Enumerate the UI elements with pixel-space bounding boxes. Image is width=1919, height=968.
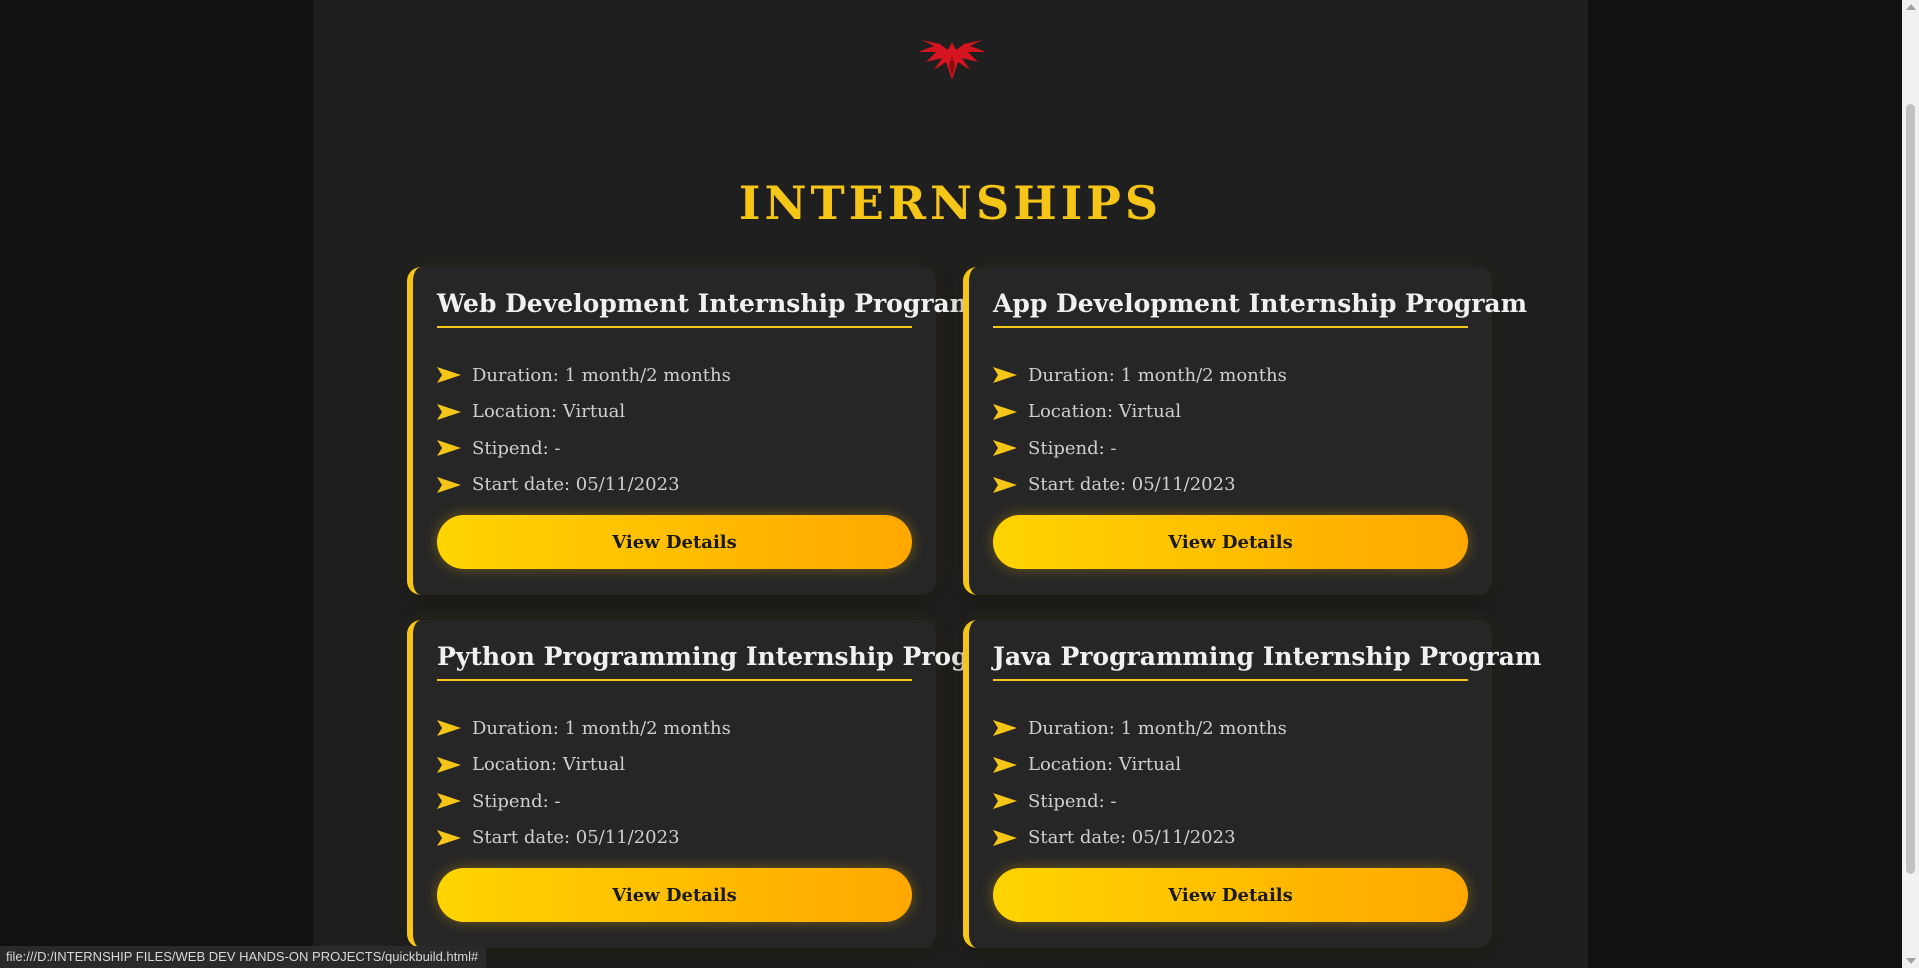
arrow-bullet-icon (993, 403, 1017, 420)
card-details-list: Duration: 1 month/2 months Location: Vir… (993, 710, 1287, 856)
detail-text: Location: Virtual (1028, 401, 1182, 423)
detail-text: Start date: 05/11/2023 (1028, 827, 1236, 849)
detail-text: Stipend: - (1028, 437, 1117, 459)
card-details-list: Duration: 1 month/2 months Location: Vir… (993, 357, 1287, 503)
status-bar-url: file:///D:/INTERNSHIP FILES/WEB DEV HAND… (0, 946, 487, 968)
arrow-bullet-icon (993, 440, 1017, 457)
internship-card-java-programming: Java Programming Internship Program Dura… (963, 620, 1541, 948)
detail-start-date: Start date: 05/11/2023 (437, 820, 731, 857)
detail-stipend: Stipend: - (993, 430, 1287, 467)
arrow-bullet-icon (993, 720, 1017, 737)
detail-text: Stipend: - (472, 437, 561, 459)
view-details-button[interactable]: View Details (437, 868, 912, 922)
detail-text: Start date: 05/11/2023 (1028, 474, 1236, 496)
scrollbar-thumb[interactable] (1906, 104, 1915, 874)
detail-text: Duration: 1 month/2 months (472, 717, 731, 739)
phoenix-logo-icon[interactable] (912, 36, 992, 84)
detail-start-date: Start date: 05/11/2023 (993, 820, 1287, 857)
detail-location: Location: Virtual (993, 394, 1287, 431)
card-title: Python Programming Internship Program (437, 642, 1024, 681)
card-title: Web Development Internship Program (437, 289, 976, 328)
detail-stipend: Stipend: - (993, 783, 1287, 820)
arrow-bullet-icon (437, 403, 461, 420)
internship-card-web-development: Web Development Internship Program Durat… (407, 267, 976, 595)
detail-text: Start date: 05/11/2023 (472, 474, 680, 496)
detail-text: Location: Virtual (472, 754, 626, 776)
detail-duration: Duration: 1 month/2 months (437, 710, 731, 747)
arrow-bullet-icon (437, 440, 461, 457)
vertical-scrollbar[interactable] (1902, 0, 1919, 968)
arrow-bullet-icon (993, 756, 1017, 773)
detail-location: Location: Virtual (993, 747, 1287, 784)
page-title: INTERNSHIPS (738, 176, 1163, 230)
detail-text: Duration: 1 month/2 months (1028, 717, 1287, 739)
internship-card-python-programming: Python Programming Internship Program Du… (407, 620, 1024, 948)
detail-location: Location: Virtual (437, 394, 731, 431)
scroll-down-arrow-icon[interactable] (1906, 958, 1916, 964)
card-title: Java Programming Internship Program (993, 642, 1541, 681)
detail-start-date: Start date: 05/11/2023 (993, 467, 1287, 504)
arrow-bullet-icon (993, 829, 1017, 846)
arrow-bullet-icon (993, 367, 1017, 384)
detail-duration: Duration: 1 month/2 months (993, 710, 1287, 747)
detail-duration: Duration: 1 month/2 months (993, 357, 1287, 394)
detail-duration: Duration: 1 month/2 months (437, 357, 731, 394)
detail-start-date: Start date: 05/11/2023 (437, 467, 731, 504)
detail-stipend: Stipend: - (437, 430, 731, 467)
detail-text: Start date: 05/11/2023 (472, 827, 680, 849)
arrow-bullet-icon (437, 829, 461, 846)
arrow-bullet-icon (993, 793, 1017, 810)
arrow-bullet-icon (437, 756, 461, 773)
detail-text: Stipend: - (1028, 790, 1117, 812)
detail-text: Duration: 1 month/2 months (1028, 364, 1287, 386)
card-details-list: Duration: 1 month/2 months Location: Vir… (437, 357, 731, 503)
arrow-bullet-icon (437, 793, 461, 810)
card-details-list: Duration: 1 month/2 months Location: Vir… (437, 710, 731, 856)
view-details-button[interactable]: View Details (993, 515, 1468, 569)
detail-text: Duration: 1 month/2 months (472, 364, 731, 386)
view-details-button[interactable]: View Details (437, 515, 912, 569)
detail-text: Stipend: - (472, 790, 561, 812)
detail-stipend: Stipend: - (437, 783, 731, 820)
arrow-bullet-icon (437, 720, 461, 737)
view-details-button[interactable]: View Details (993, 868, 1468, 922)
internship-card-app-development: App Development Internship Program Durat… (963, 267, 1527, 595)
card-title: App Development Internship Program (993, 289, 1527, 328)
arrow-bullet-icon (437, 367, 461, 384)
detail-location: Location: Virtual (437, 747, 731, 784)
detail-text: Location: Virtual (472, 401, 626, 423)
scroll-up-arrow-icon[interactable] (1906, 4, 1916, 10)
detail-text: Location: Virtual (1028, 754, 1182, 776)
arrow-bullet-icon (993, 476, 1017, 493)
arrow-bullet-icon (437, 476, 461, 493)
